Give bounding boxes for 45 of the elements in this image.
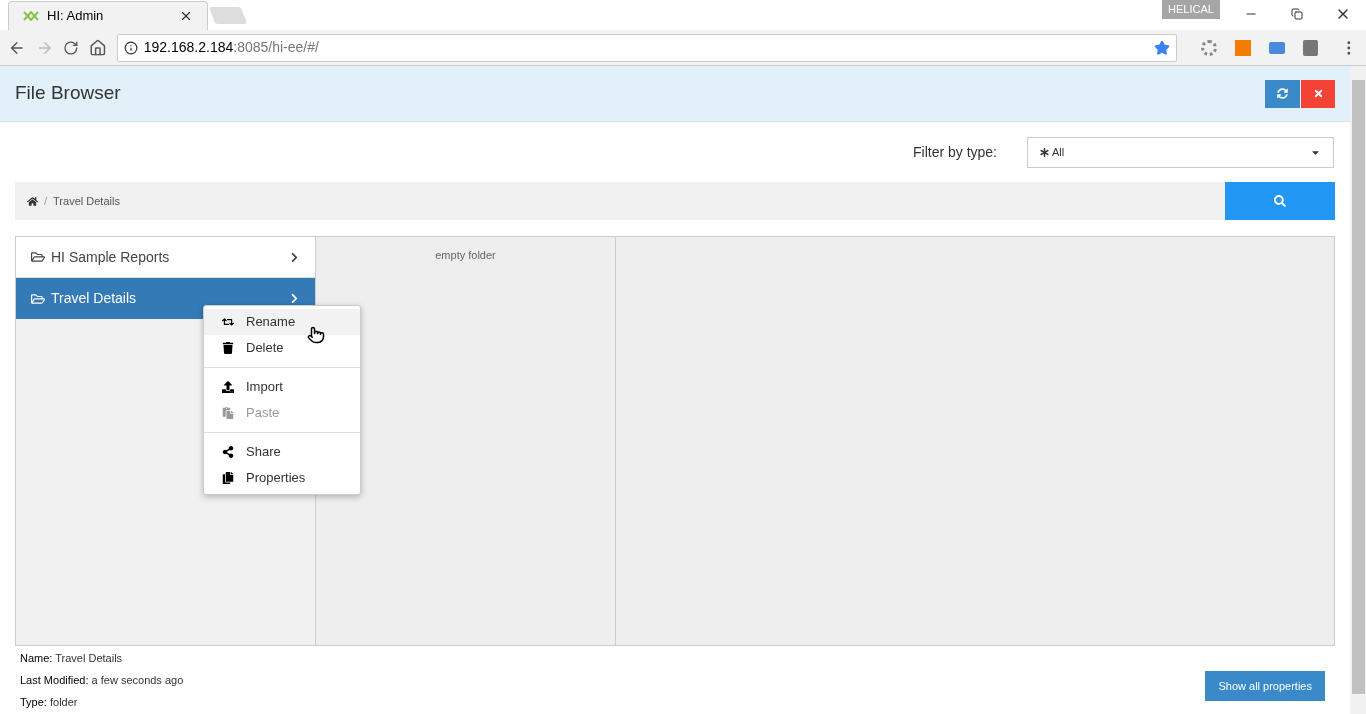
refresh-icon (1277, 88, 1288, 99)
tab-title: HI: Admin (47, 7, 105, 26)
breadcrumb-link[interactable]: Travel Details (53, 192, 120, 210)
info-icon (123, 40, 138, 55)
hand-cursor-icon (307, 326, 325, 344)
menu-item[interactable]: Share (204, 439, 360, 465)
swap-arrows-icon (222, 316, 234, 328)
empty-folder-text: empty folder (435, 248, 496, 261)
refresh-button[interactable] (1265, 79, 1300, 108)
folder-icon (31, 250, 45, 264)
bookmark-star-icon[interactable] (1154, 39, 1171, 56)
chevron-right-icon (289, 251, 300, 263)
breadcrumb-separator: / (44, 193, 48, 209)
close-button[interactable] (1301, 79, 1335, 108)
documents-icon (222, 472, 234, 484)
reload-icon[interactable] (63, 39, 80, 56)
trash-icon (222, 342, 234, 354)
logo-icon (23, 11, 39, 21)
menu-item[interactable]: Rename (204, 309, 360, 335)
filter-dropdown[interactable]: All (1027, 136, 1334, 168)
home-icon[interactable] (27, 195, 38, 207)
property-text: Type: folder (20, 695, 79, 709)
search-icon (1274, 195, 1286, 207)
menu-item[interactable]: Delete (204, 335, 360, 361)
menu-item[interactable]: Properties (204, 465, 360, 491)
folder-item[interactable]: HI Sample Reports (16, 237, 315, 278)
url-text: 192.168.2.184:8085/hi-ee/#/ (143, 38, 320, 57)
menu-item[interactable]: Import (204, 374, 360, 400)
filter-label: Filter by type: (912, 142, 997, 162)
address-bar[interactable]: 192.168.2.184:8085/hi-ee/#/ (116, 33, 1178, 62)
property-text: Name: Travel Details (20, 651, 124, 665)
folder-icon (31, 291, 45, 306)
close-icon[interactable] (179, 9, 193, 23)
show-all-properties-button[interactable]: Show all properties (1205, 671, 1325, 701)
property-text: Last Modified: a few seconds ago (20, 673, 184, 687)
chevron-right-icon (289, 293, 300, 304)
browser-tab[interactable]: HI: Admin (8, 1, 208, 30)
upload-icon (222, 381, 234, 393)
home-icon[interactable] (89, 38, 107, 57)
paste-icon (222, 407, 234, 419)
share-icon (222, 446, 234, 458)
scrollbar[interactable] (1350, 66, 1366, 714)
asterisk-icon (1040, 147, 1049, 157)
close-icon (1312, 88, 1324, 99)
page-title: File Browser (15, 81, 121, 106)
